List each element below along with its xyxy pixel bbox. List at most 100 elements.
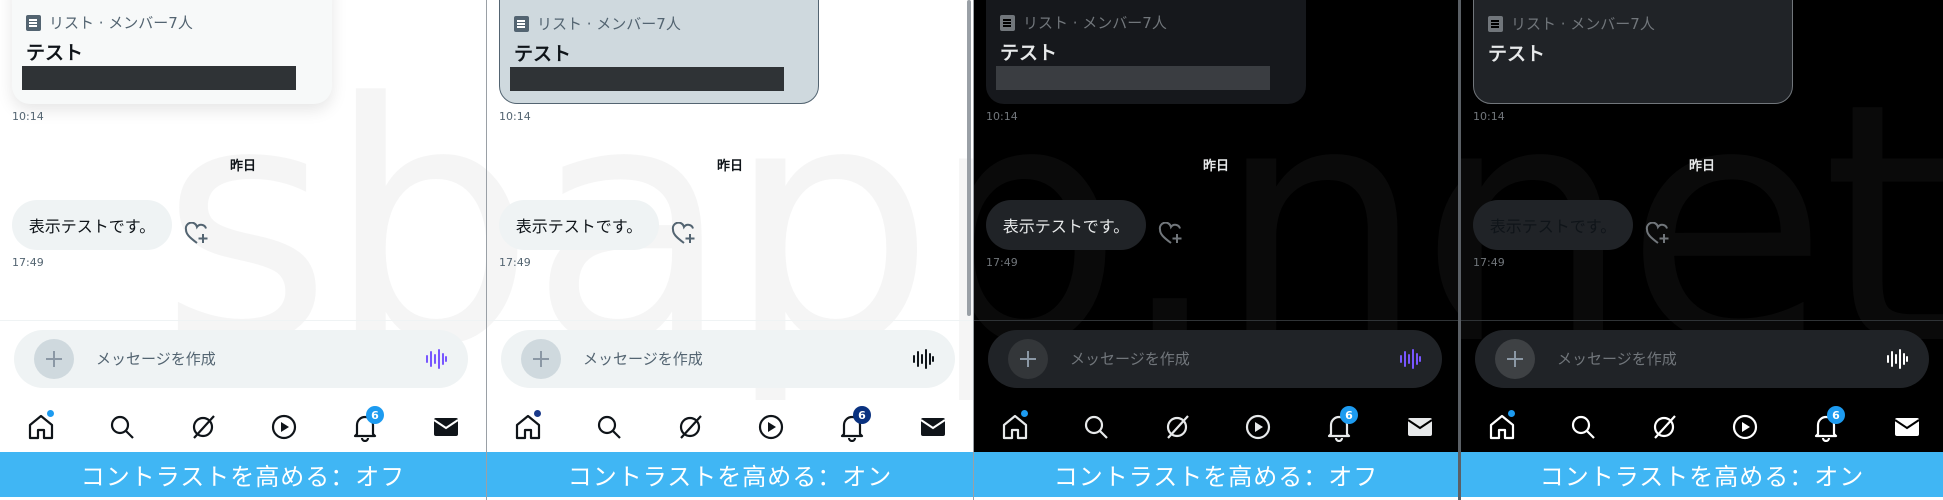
divider — [0, 320, 486, 321]
list-card-title: テスト — [26, 42, 84, 64]
search-icon[interactable] — [1081, 412, 1111, 442]
mail-icon[interactable] — [918, 412, 948, 442]
add-button[interactable] — [34, 339, 74, 379]
message-timestamp: 17:49 — [986, 256, 1018, 269]
list-card-meta: リスト · メンバー7人 — [1488, 13, 1655, 34]
grok-icon[interactable] — [1649, 412, 1679, 442]
caption: コントラストを高める：オフ — [0, 452, 486, 497]
message-input[interactable]: メッセージを作成 — [583, 348, 703, 369]
message-bubble[interactable]: 表示テストです。 — [499, 200, 659, 250]
video-icon[interactable] — [756, 412, 786, 442]
divider — [1461, 320, 1943, 321]
list-icon — [1488, 15, 1503, 32]
card-timestamp: 10:14 — [986, 110, 1018, 123]
message-input[interactable]: メッセージを作成 — [1070, 348, 1190, 369]
bottom-nav: 6 — [974, 400, 1458, 452]
list-card-title: テスト — [1000, 42, 1058, 64]
heart-plus-icon[interactable] — [671, 221, 697, 250]
message-timestamp: 17:49 — [12, 256, 44, 269]
list-card-meta: リスト · メンバー7人 — [1000, 12, 1167, 33]
list-icon — [514, 15, 529, 32]
add-button[interactable] — [1008, 339, 1048, 379]
search-icon[interactable] — [594, 412, 624, 442]
bottom-nav: 6 — [487, 400, 973, 452]
add-button[interactable] — [1495, 339, 1535, 379]
message-bubble[interactable]: 表示テストです。 — [1473, 200, 1633, 250]
bottom-nav: 6 — [0, 400, 486, 452]
voice-icon[interactable] — [1398, 347, 1422, 375]
unread-dot — [1508, 410, 1515, 417]
card-timestamp: 10:14 — [12, 110, 44, 123]
list-card-meta-text: リスト · メンバー7人 — [1023, 14, 1167, 32]
voice-icon[interactable] — [911, 347, 935, 375]
unread-dot — [534, 410, 541, 417]
add-button[interactable] — [521, 339, 561, 379]
heart-plus-icon[interactable] — [1645, 221, 1671, 250]
caption: コントラストを高める：オン — [1461, 452, 1943, 497]
divider — [487, 320, 973, 321]
list-card[interactable]: リスト · メンバー7人 テスト — [499, 0, 819, 104]
mail-icon[interactable] — [431, 412, 461, 442]
list-card-title: テスト — [1488, 43, 1546, 65]
compose-bar[interactable]: メッセージを作成 — [14, 330, 468, 388]
caption: コントラストを高める：オン — [487, 452, 973, 497]
grok-icon[interactable] — [188, 412, 218, 442]
day-separator: 昨日 — [1202, 159, 1229, 174]
message-bubble[interactable]: 表示テストです。 — [986, 200, 1146, 250]
list-card-meta-text: リスト · メンバー7人 — [537, 15, 681, 33]
list-card-meta: リスト · メンバー7人 — [26, 12, 193, 33]
video-icon[interactable] — [1243, 412, 1273, 442]
compose-bar[interactable]: メッセージを作成 — [1475, 330, 1929, 388]
list-card-meta-text: リスト · メンバー7人 — [49, 14, 193, 32]
card-timestamp: 10:14 — [499, 110, 531, 123]
redacted-block — [996, 66, 1270, 90]
search-icon[interactable] — [107, 412, 137, 442]
home-icon[interactable] — [1487, 410, 1517, 442]
bell-icon[interactable]: 6 — [350, 406, 384, 443]
panel-light-contrast-off: sbap リスト · メンバー7人 テスト 10:14 昨日 表示テストです。 … — [0, 0, 486, 500]
voice-icon[interactable] — [1885, 347, 1909, 375]
list-card[interactable]: リスト · メンバー7人 テスト — [986, 0, 1306, 104]
day-separator: 昨日 — [229, 159, 256, 174]
scrollbar[interactable] — [967, 0, 971, 316]
message-timestamp: 17:49 — [499, 256, 531, 269]
card-timestamp: 10:14 — [1473, 110, 1505, 123]
heart-plus-icon[interactable] — [184, 221, 210, 250]
video-icon[interactable] — [1730, 412, 1760, 442]
home-icon[interactable] — [1000, 410, 1030, 442]
bell-icon[interactable]: 6 — [1324, 406, 1358, 443]
search-icon[interactable] — [1568, 412, 1598, 442]
notification-badge: 6 — [1827, 406, 1845, 424]
list-icon — [26, 14, 41, 31]
caption: コントラストを高める：オフ — [974, 452, 1458, 497]
heart-plus-icon[interactable] — [1158, 221, 1184, 250]
panel-dark-contrast-off: p.ne リスト · メンバー7人 テスト 10:14 昨日 表示テストです。 … — [974, 0, 1458, 500]
voice-icon[interactable] — [424, 347, 448, 375]
unread-dot — [47, 410, 54, 417]
divider — [974, 320, 1458, 321]
grok-icon[interactable] — [1162, 412, 1192, 442]
panel-light-contrast-on: sbapp リスト · メンバー7人 テスト 10:14 昨日 表示テストです。… — [487, 0, 973, 500]
redacted-block — [22, 66, 296, 90]
mail-icon[interactable] — [1892, 412, 1922, 442]
day-separator: 昨日 — [1688, 159, 1715, 174]
grok-icon[interactable] — [675, 412, 705, 442]
mail-icon[interactable] — [1405, 412, 1435, 442]
bell-icon[interactable]: 6 — [1811, 406, 1845, 443]
panel-dark-contrast-on: pp.net リスト · メンバー7人 テスト 10:14 昨日 表示テストです… — [1461, 0, 1943, 500]
message-timestamp: 17:49 — [1473, 256, 1505, 269]
list-card[interactable]: リスト · メンバー7人 テスト — [1473, 0, 1793, 104]
home-icon[interactable] — [513, 410, 543, 442]
compose-bar[interactable]: メッセージを作成 — [988, 330, 1442, 388]
list-card-meta: リスト · メンバー7人 — [514, 13, 681, 34]
compose-bar[interactable]: メッセージを作成 — [501, 330, 955, 388]
list-card[interactable]: リスト · メンバー7人 テスト — [12, 0, 332, 104]
video-icon[interactable] — [269, 412, 299, 442]
bell-icon[interactable]: 6 — [837, 406, 871, 443]
unread-dot — [1021, 410, 1028, 417]
home-icon[interactable] — [26, 410, 56, 442]
message-input[interactable]: メッセージを作成 — [1557, 348, 1677, 369]
message-bubble[interactable]: 表示テストです。 — [12, 200, 172, 250]
message-input[interactable]: メッセージを作成 — [96, 348, 216, 369]
list-card-title: テスト — [514, 43, 572, 65]
